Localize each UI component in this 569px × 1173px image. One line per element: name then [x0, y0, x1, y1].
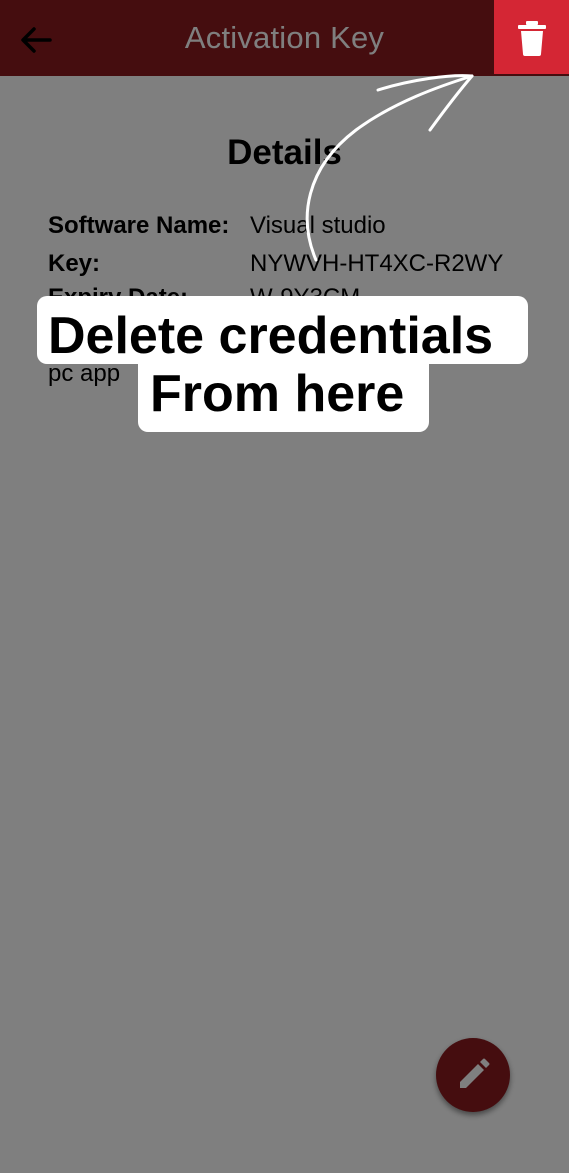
screen: Activation Key Details Software Name: Vi… — [0, 0, 569, 1173]
callout-line2: From here — [150, 365, 405, 423]
callout-line1: Delete credentials — [48, 307, 494, 365]
highlighted-delete-button[interactable] — [494, 0, 569, 74]
curved-arrow-icon — [305, 74, 474, 262]
trash-icon — [518, 21, 546, 56]
